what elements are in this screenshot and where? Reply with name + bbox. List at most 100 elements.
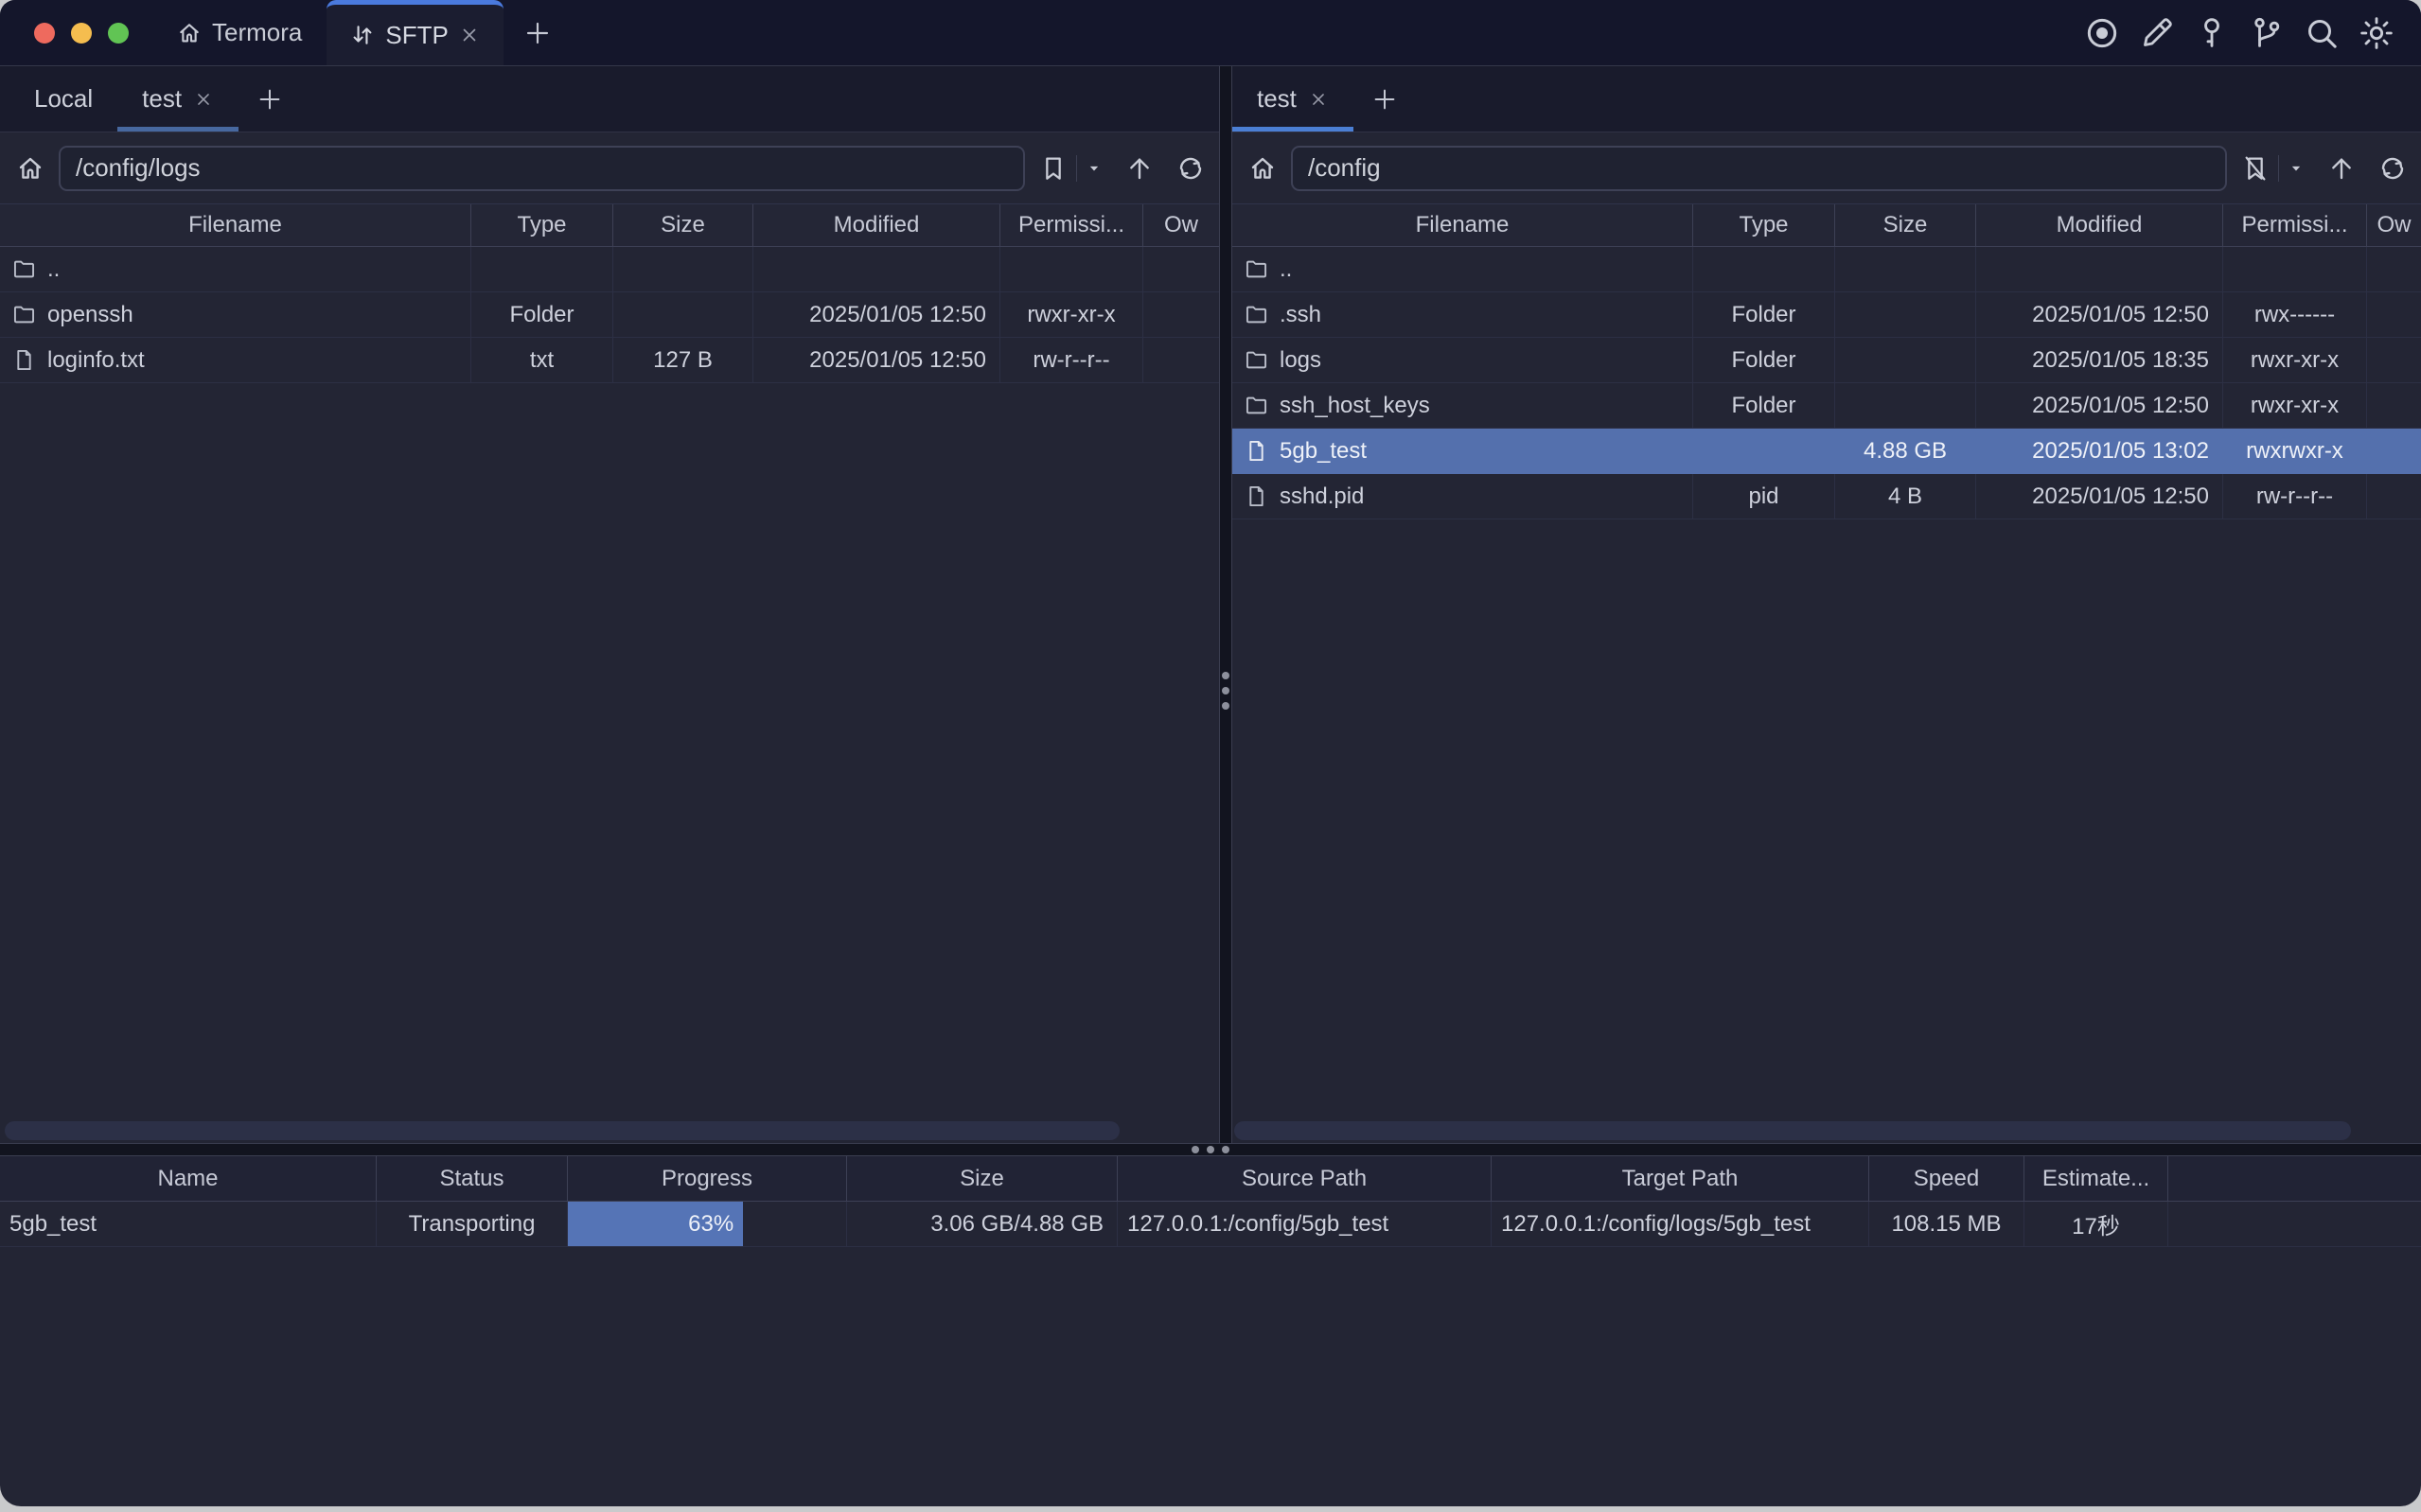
file-permissions: rwxrwxr-x: [2223, 429, 2367, 473]
right-tab-test[interactable]: test: [1232, 66, 1353, 132]
new-tab-button[interactable]: [504, 0, 572, 65]
column-header-owner[interactable]: Ow: [1143, 204, 1219, 246]
folder-icon: [1244, 347, 1269, 373]
right-bookmark-dropdown-icon[interactable]: [2287, 159, 2306, 178]
settings-gear-icon[interactable]: [2357, 13, 2396, 53]
file-type: [1693, 247, 1835, 291]
close-window-button[interactable]: [34, 23, 55, 44]
table-row[interactable]: .ssh Folder 2025/01/05 12:50 rwx------: [1232, 292, 2421, 338]
file-permissions: [2223, 247, 2367, 291]
source-control-icon[interactable]: [2247, 13, 2287, 53]
column-header-filename[interactable]: Filename: [0, 204, 471, 246]
column-header-size[interactable]: Size: [1835, 204, 1976, 246]
right-up-directory-icon[interactable]: [2326, 153, 2357, 184]
pane-splitter[interactable]: [1219, 66, 1232, 1143]
table-row[interactable]: ..: [0, 247, 1219, 292]
column-header-type[interactable]: Type: [1693, 204, 1835, 246]
tab-sftp-close-icon[interactable]: [458, 24, 481, 46]
column-header-progress[interactable]: Progress: [568, 1156, 847, 1201]
column-header-filename[interactable]: Filename: [1232, 204, 1693, 246]
file-type: Folder: [1693, 292, 1835, 337]
right-horizontal-scrollbar[interactable]: [1234, 1121, 2351, 1140]
transfers-splitter[interactable]: [0, 1143, 2421, 1156]
transfer-row[interactable]: 5gb_test Transporting 63% 3.06 GB/4.88 G…: [0, 1202, 2421, 1247]
left-file-table: Filename Type Size Modified Permissi... …: [0, 203, 1219, 1143]
right-table-empty-area: [1232, 519, 2421, 1143]
left-bookmark-icon[interactable]: [1038, 153, 1069, 184]
column-header-permissions[interactable]: Permissi...: [1000, 204, 1143, 246]
left-tab-local[interactable]: Local: [9, 66, 117, 132]
right-refresh-icon[interactable]: [2377, 153, 2408, 184]
table-row[interactable]: ssh_host_keys Folder 2025/01/05 12:50 rw…: [1232, 383, 2421, 429]
folder-icon: [1244, 393, 1269, 418]
file-size: [1835, 292, 1976, 337]
column-header-speed[interactable]: Speed: [1869, 1156, 2024, 1201]
right-tab-test-close-icon[interactable]: [1308, 89, 1329, 110]
search-icon[interactable]: [2302, 13, 2341, 53]
left-path-input[interactable]: [59, 146, 1025, 191]
right-add-tab-button[interactable]: [1353, 66, 1416, 132]
column-header-permissions[interactable]: Permissi...: [2223, 204, 2367, 246]
file-size: 4.88 GB: [1835, 429, 1976, 473]
file-permissions: rw-r--r--: [2223, 474, 2367, 519]
right-home-icon[interactable]: [1247, 153, 1278, 184]
left-up-directory-icon[interactable]: [1124, 153, 1155, 184]
file-icon: [1244, 438, 1269, 464]
file-modified: 2025/01/05 12:50: [753, 292, 1000, 337]
table-row-selected[interactable]: 5gb_test 4.88 GB 2025/01/05 13:02 rwxrwx…: [1232, 429, 2421, 474]
folder-icon: [1244, 302, 1269, 327]
title-bar-drag-area: [572, 0, 2082, 65]
file-owner: [1143, 292, 1219, 337]
left-tab-test-close-icon[interactable]: [193, 89, 214, 110]
filename: sshd.pid: [1280, 483, 1364, 510]
transfer-progress-fill: 63%: [568, 1202, 743, 1246]
table-row[interactable]: sshd.pid pid 4 B 2025/01/05 12:50 rw-r--…: [1232, 474, 2421, 519]
right-bookmark-slash-icon[interactable]: [2240, 153, 2271, 184]
table-row[interactable]: ..: [1232, 247, 2421, 292]
left-home-icon[interactable]: [15, 153, 45, 184]
right-pane: test Filename Type: [1232, 66, 2421, 1143]
column-header-type[interactable]: Type: [471, 204, 613, 246]
column-header-estimate[interactable]: Estimate...: [2024, 1156, 2168, 1201]
table-row[interactable]: openssh Folder 2025/01/05 12:50 rwxr-xr-…: [0, 292, 1219, 338]
file-type: Folder: [1693, 338, 1835, 382]
column-header-size[interactable]: Size: [847, 1156, 1118, 1201]
minimize-window-button[interactable]: [71, 23, 92, 44]
file-size: [613, 292, 753, 337]
column-header-modified[interactable]: Modified: [1976, 204, 2223, 246]
left-tab-local-label: Local: [34, 84, 93, 114]
column-header-owner[interactable]: Ow: [2367, 204, 2421, 246]
column-header-name[interactable]: Name: [0, 1156, 377, 1201]
left-refresh-icon[interactable]: [1175, 153, 1206, 184]
record-icon[interactable]: [2082, 13, 2122, 53]
column-header-source-path[interactable]: Source Path: [1118, 1156, 1492, 1201]
left-pane-tabs: Local test: [0, 66, 1219, 132]
filename: .ssh: [1280, 302, 1321, 328]
tab-termora-home[interactable]: Termora: [151, 0, 327, 65]
column-header-modified[interactable]: Modified: [753, 204, 1000, 246]
left-bookmark-dropdown-icon[interactable]: [1085, 159, 1104, 178]
left-horizontal-scrollbar[interactable]: [5, 1121, 1120, 1140]
right-path-input[interactable]: [1291, 146, 2227, 191]
table-row[interactable]: loginfo.txt txt 127 B 2025/01/05 12:50 r…: [0, 338, 1219, 383]
transfer-estimate: 17秒: [2024, 1202, 2168, 1246]
file-icon: [1244, 483, 1269, 509]
column-header-status[interactable]: Status: [377, 1156, 568, 1201]
file-size: 4 B: [1835, 474, 1976, 519]
tab-sftp[interactable]: SFTP: [327, 0, 503, 65]
file-modified: [1976, 247, 2223, 291]
filename: 5gb_test: [1280, 438, 1367, 465]
right-file-table: Filename Type Size Modified Permissi... …: [1232, 203, 2421, 1143]
transfers-table-header: Name Status Progress Size Source Path Ta…: [0, 1156, 2421, 1202]
tab-termora-label: Termora: [212, 18, 302, 47]
column-header-size[interactable]: Size: [613, 204, 753, 246]
edit-icon[interactable]: [2137, 13, 2177, 53]
file-type: Folder: [1693, 383, 1835, 428]
left-tab-test[interactable]: test: [117, 66, 239, 132]
key-icon[interactable]: [2192, 13, 2232, 53]
left-add-tab-button[interactable]: [239, 66, 301, 132]
filename: ssh_host_keys: [1280, 393, 1430, 419]
column-header-target-path[interactable]: Target Path: [1492, 1156, 1869, 1201]
table-row[interactable]: logs Folder 2025/01/05 18:35 rwxr-xr-x: [1232, 338, 2421, 383]
zoom-window-button[interactable]: [108, 23, 129, 44]
